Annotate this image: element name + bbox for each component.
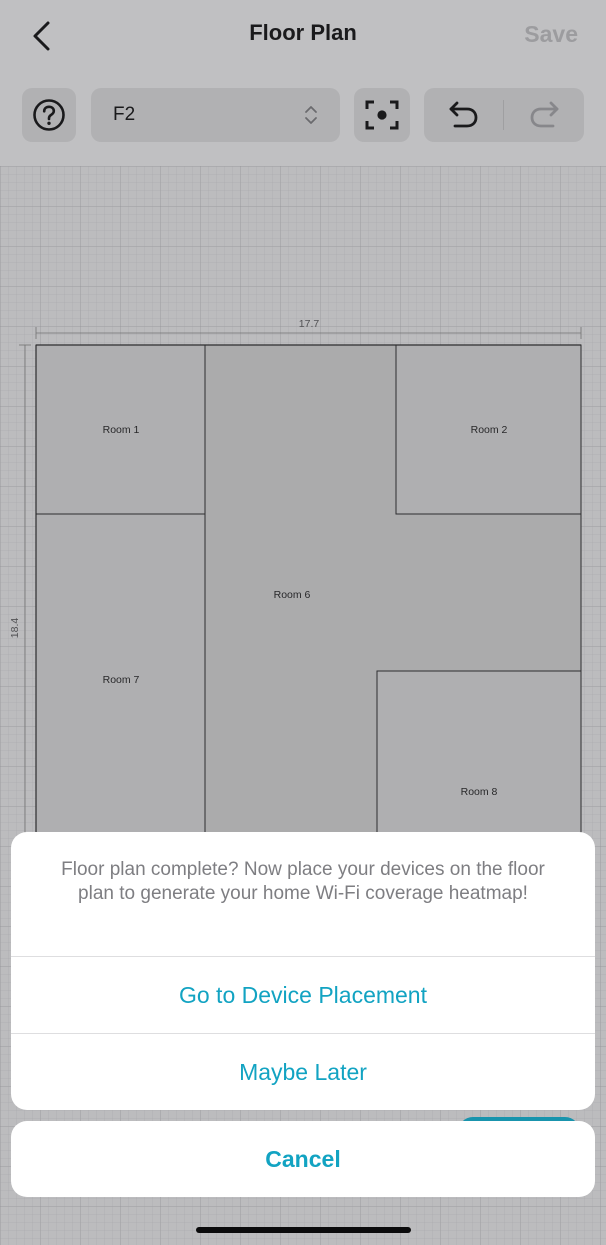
- action-sheet: Floor plan complete? Now place your devi…: [11, 832, 595, 1110]
- go-to-device-placement-button[interactable]: Go to Device Placement: [11, 957, 595, 1033]
- action-sheet-message: Floor plan complete? Now place your devi…: [61, 859, 545, 904]
- maybe-later-button[interactable]: Maybe Later: [11, 1034, 595, 1110]
- cancel-button[interactable]: Cancel: [11, 1121, 595, 1197]
- cancel-button-label: Cancel: [265, 1145, 341, 1172]
- home-indicator[interactable]: [196, 1227, 411, 1233]
